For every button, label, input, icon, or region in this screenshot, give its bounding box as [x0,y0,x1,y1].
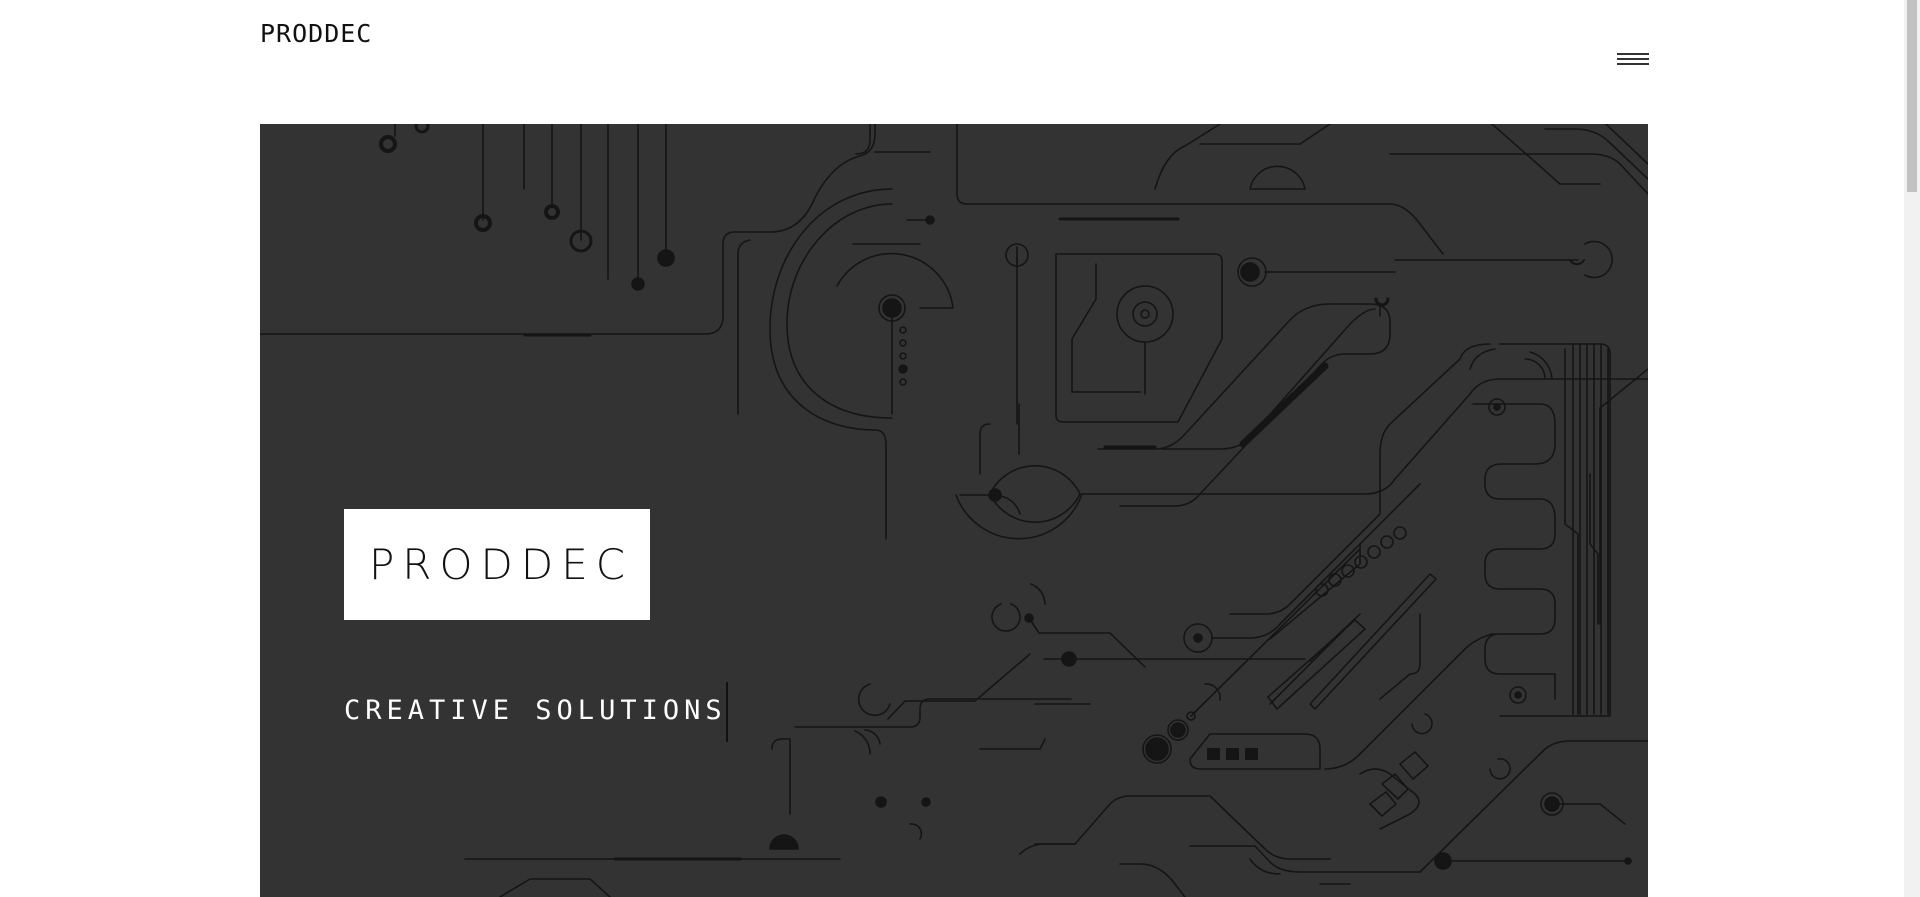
hero-banner: PRODDEC CREATIVE SOLUTIONS [260,124,1648,897]
hero-tagline: CREATIVE SOLUTIONS [344,695,727,726]
typing-cursor [726,682,728,742]
page: PRODDEC PRODDEC CREATIVE SOLUTIONS [0,0,1920,897]
site-header: PRODDEC [0,0,1904,124]
menu-line [1617,53,1649,55]
menu-line [1617,58,1649,60]
hamburger-menu-icon[interactable] [1617,51,1649,71]
hero-brand-box: PRODDEC [344,509,650,620]
menu-line [1617,63,1649,65]
site-logo[interactable]: PRODDEC [260,19,372,48]
scrollbar-thumb[interactable] [1907,0,1917,192]
hero-brand-title: PRODDEC [368,540,634,589]
vertical-scrollbar[interactable] [1904,0,1920,897]
